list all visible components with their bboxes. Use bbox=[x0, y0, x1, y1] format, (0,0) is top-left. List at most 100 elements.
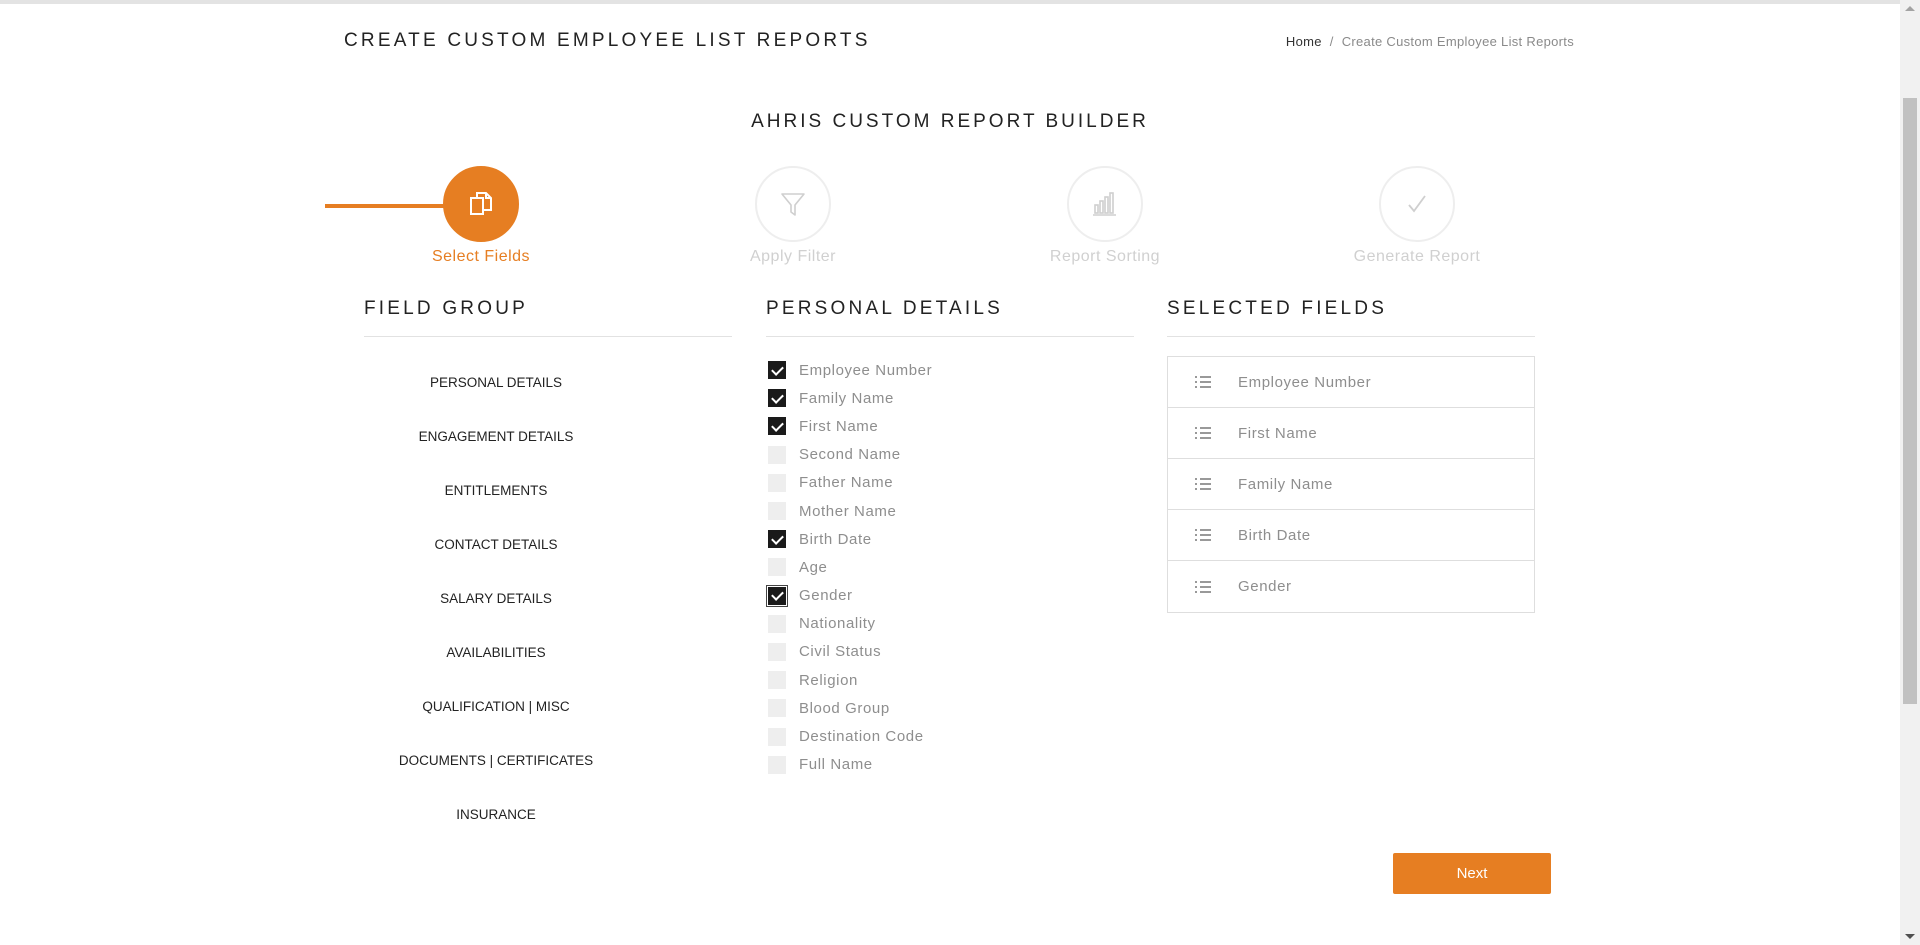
personal-details-divider bbox=[766, 336, 1134, 337]
checkbox-nationality[interactable] bbox=[768, 614, 786, 633]
top-border bbox=[0, 0, 1900, 4]
selected-field-item[interactable]: First Name bbox=[1168, 408, 1534, 459]
field-option-label[interactable]: Birth Date bbox=[799, 531, 872, 548]
field-option: Age bbox=[768, 553, 932, 581]
step-label: Generate Report bbox=[1353, 248, 1481, 265]
field-option-label[interactable]: Mother Name bbox=[799, 503, 896, 520]
checkbox-birth-date[interactable] bbox=[768, 530, 786, 549]
selected-field-item[interactable]: Family Name bbox=[1168, 459, 1534, 510]
step-label: Select Fields bbox=[431, 248, 531, 265]
list-drag-icon bbox=[1195, 376, 1211, 388]
field-option: Blood Group bbox=[768, 694, 932, 722]
field-option-label[interactable]: Father Name bbox=[799, 474, 893, 491]
step-circle bbox=[443, 166, 519, 242]
copy-icon bbox=[466, 189, 496, 219]
page-title: CREATE CUSTOM EMPLOYEE LIST REPORTS bbox=[344, 30, 871, 51]
field-option: Full Name bbox=[768, 751, 932, 779]
field-option: Family Name bbox=[768, 384, 932, 412]
drag-handle[interactable] bbox=[1168, 580, 1238, 593]
field-group-documents-certificates[interactable]: DOCUMENTS | CERTIFICATES bbox=[364, 744, 628, 798]
list-drag-icon bbox=[1195, 427, 1211, 439]
drag-handle[interactable] bbox=[1168, 529, 1238, 541]
breadcrumb-separator: / bbox=[1329, 34, 1334, 49]
field-option: Gender bbox=[766, 582, 932, 610]
checkmark-icon bbox=[1402, 189, 1432, 219]
field-option: Birth Date bbox=[768, 525, 932, 553]
field-group-personal-details[interactable]: PERSONAL DETAILS bbox=[364, 366, 628, 420]
step-circle bbox=[1379, 166, 1455, 242]
checkbox-gender[interactable] bbox=[766, 584, 788, 607]
field-option-label[interactable]: Destination Code bbox=[799, 728, 924, 745]
checkbox-employee-number[interactable] bbox=[768, 361, 786, 380]
field-group-insurance[interactable]: INSURANCE bbox=[364, 798, 628, 852]
checkbox-father-name[interactable] bbox=[768, 473, 786, 492]
drag-handle[interactable] bbox=[1168, 427, 1238, 439]
step-generate-report[interactable]: Generate Report bbox=[1317, 166, 1517, 266]
checkbox-family-name[interactable] bbox=[768, 389, 786, 408]
checkbox-mother-name[interactable] bbox=[768, 502, 786, 521]
field-option-label[interactable]: Second Name bbox=[799, 446, 901, 463]
breadcrumb-home-link[interactable]: Home bbox=[1286, 34, 1322, 49]
step-circle bbox=[755, 166, 831, 242]
personal-details-field-list: Employee Number Family Name First Name S… bbox=[766, 356, 932, 779]
field-group-salary-details[interactable]: SALARY DETAILS bbox=[364, 582, 628, 636]
scroll-down-arrow-icon[interactable] bbox=[1905, 934, 1915, 939]
field-option-label[interactable]: Age bbox=[799, 559, 828, 576]
selected-field-item[interactable]: Employee Number bbox=[1168, 357, 1534, 408]
field-option-label[interactable]: Religion bbox=[799, 672, 858, 689]
selected-field-label: Employee Number bbox=[1238, 373, 1372, 391]
step-apply-filter[interactable]: Apply Filter bbox=[693, 166, 893, 266]
selected-field-item[interactable]: Birth Date bbox=[1168, 510, 1534, 561]
field-option: Nationality bbox=[768, 610, 932, 638]
field-group-heading: FIELD GROUP bbox=[364, 298, 528, 319]
step-select-fields[interactable]: Select Fields bbox=[381, 166, 581, 266]
field-group-qualification-misc[interactable]: QUALIFICATION | MISC bbox=[364, 690, 628, 744]
checkbox-second-name[interactable] bbox=[768, 445, 786, 464]
list-drag-icon bbox=[1195, 580, 1211, 593]
next-button[interactable]: Next bbox=[1393, 853, 1551, 894]
selected-field-label: Family Name bbox=[1238, 475, 1333, 493]
field-option: Religion bbox=[768, 666, 932, 694]
filter-icon bbox=[778, 189, 808, 219]
selected-field-item[interactable]: Gender bbox=[1168, 561, 1534, 612]
breadcrumb-current: Create Custom Employee List Reports bbox=[1341, 34, 1574, 49]
checkbox-religion[interactable] bbox=[768, 671, 786, 690]
field-group-entitlements[interactable]: ENTITLEMENTS bbox=[364, 474, 628, 528]
step-report-sorting[interactable]: Report Sorting bbox=[1005, 166, 1205, 266]
vertical-scrollbar[interactable] bbox=[1900, 0, 1920, 945]
field-option: Father Name bbox=[768, 469, 932, 497]
field-option-label[interactable]: Civil Status bbox=[799, 643, 881, 660]
drag-handle[interactable] bbox=[1168, 478, 1238, 490]
list-drag-icon bbox=[1195, 478, 1211, 490]
field-option: Employee Number bbox=[768, 356, 932, 384]
field-option: Mother Name bbox=[768, 497, 932, 525]
field-group-contact-details[interactable]: CONTACT DETAILS bbox=[364, 528, 628, 582]
scrollbar-thumb[interactable] bbox=[1903, 98, 1917, 704]
field-option-label[interactable]: First Name bbox=[799, 418, 878, 435]
field-option-label[interactable]: Full Name bbox=[799, 756, 873, 773]
field-option-label[interactable]: Nationality bbox=[799, 615, 876, 632]
checkbox-age[interactable] bbox=[768, 558, 786, 577]
field-option-label[interactable]: Gender bbox=[799, 587, 853, 604]
field-group-engagement-details[interactable]: ENGAGEMENT DETAILS bbox=[364, 420, 628, 474]
bar-chart-icon bbox=[1090, 189, 1120, 219]
field-option: Second Name bbox=[768, 441, 932, 469]
field-option: Destination Code bbox=[768, 722, 932, 750]
field-group-divider bbox=[364, 336, 732, 337]
checkbox-blood-group[interactable] bbox=[768, 699, 786, 718]
field-option-label[interactable]: Employee Number bbox=[799, 362, 932, 379]
selected-field-label: Gender bbox=[1238, 578, 1292, 595]
field-group-availabilities[interactable]: AVAILABILITIES bbox=[364, 636, 628, 690]
checkbox-civil-status[interactable] bbox=[768, 642, 786, 661]
selected-field-label: Birth Date bbox=[1238, 526, 1311, 544]
personal-details-heading: PERSONAL DETAILS bbox=[766, 298, 1004, 319]
field-option-label[interactable]: Blood Group bbox=[799, 700, 890, 717]
drag-handle[interactable] bbox=[1168, 376, 1238, 388]
checkbox-full-name[interactable] bbox=[768, 755, 786, 774]
scroll-up-arrow-icon[interactable] bbox=[1905, 6, 1915, 11]
breadcrumb: Home / Create Custom Employee List Reports bbox=[1286, 34, 1574, 49]
checkbox-first-name[interactable] bbox=[768, 417, 786, 436]
selected-fields-divider bbox=[1167, 336, 1535, 337]
checkbox-destination-code[interactable] bbox=[768, 727, 786, 746]
field-option-label[interactable]: Family Name bbox=[799, 390, 894, 407]
